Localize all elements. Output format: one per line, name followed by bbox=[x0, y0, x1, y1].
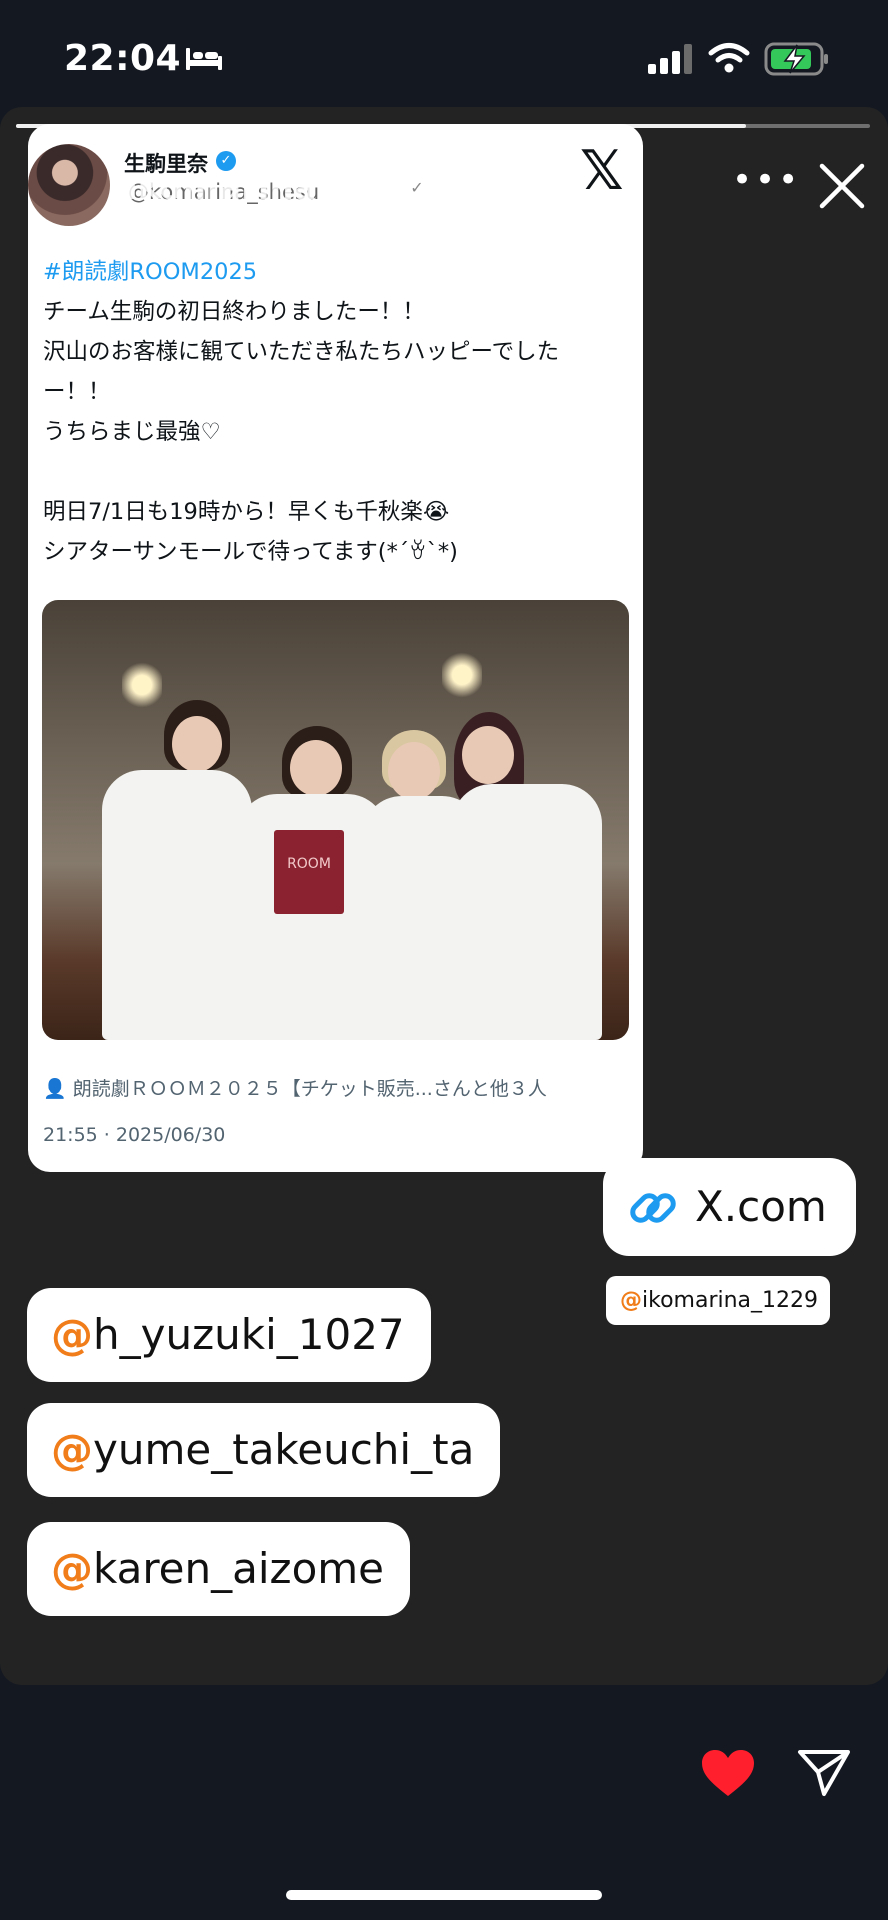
link-sticker[interactable]: X.com bbox=[603, 1158, 856, 1256]
threads-icon: @ bbox=[51, 1310, 93, 1359]
mention-sticker[interactable]: @h_yuzuki_1027 bbox=[27, 1288, 431, 1382]
tweet-text-line: ー！！ bbox=[43, 379, 111, 405]
mention-label: ikomarina_1229 bbox=[642, 1288, 819, 1313]
tweet-author-avatar bbox=[28, 144, 110, 226]
threads-icon: @ bbox=[620, 1288, 642, 1313]
cellular-icon bbox=[648, 44, 692, 74]
link-icon bbox=[630, 1193, 676, 1223]
tweet-hashtag[interactable]: #朗読劇ROOM2025 bbox=[43, 254, 257, 286]
status-time: 22:04 bbox=[64, 38, 182, 79]
story-verified-icon: ✓ bbox=[405, 176, 429, 200]
home-indicator bbox=[286, 1890, 602, 1900]
sleep-mode-icon bbox=[186, 48, 222, 70]
more-icon[interactable]: ••• bbox=[732, 160, 801, 200]
x-logo-icon: 𝕏 bbox=[580, 139, 624, 202]
heart-icon[interactable] bbox=[700, 1748, 756, 1798]
mention-sticker[interactable]: @yume_takeuchi_ta bbox=[27, 1403, 501, 1497]
link-sticker-label: X.com bbox=[695, 1182, 827, 1231]
tweet-tagged-users: 👤 朗読劇ＲＯＯＭ２０２５【チケット販売...さんと他３人 bbox=[43, 1074, 547, 1101]
tweet-photo[interactable]: ROOM bbox=[42, 600, 629, 1040]
person-icon: 👤 bbox=[43, 1078, 67, 1100]
threads-icon: @ bbox=[51, 1425, 93, 1474]
tweet-text-line: 沢山のお客様に観ていただき私たちハッピーでした bbox=[43, 339, 560, 365]
mention-label: karen_aizome bbox=[93, 1544, 385, 1593]
mention-sticker[interactable]: @karen_aizome bbox=[27, 1522, 411, 1616]
threads-icon: @ bbox=[51, 1544, 93, 1593]
close-icon[interactable] bbox=[816, 160, 868, 212]
book-cover: ROOM bbox=[274, 830, 344, 914]
mention-label: h_yuzuki_1027 bbox=[93, 1310, 405, 1359]
tweet-timestamp: 21:55 · 2025/06/30 bbox=[43, 1124, 226, 1146]
battery-charging-icon bbox=[764, 42, 828, 76]
tweet-text-line: チーム生駒の初日終わりましたー！！ bbox=[43, 299, 425, 325]
tweet-text-line: シアターサンモールで待ってます(*´ꈊ`*) bbox=[43, 539, 458, 565]
mention-sticker-small[interactable]: @ikomarina_1229 bbox=[606, 1276, 830, 1325]
tweet-tagged-text: 朗読劇ＲＯＯＭ２０２５【チケット販売...さんと他３人 bbox=[72, 1078, 547, 1100]
story-username[interactable]: ikomarina_1229 bbox=[126, 168, 428, 208]
wifi-icon bbox=[708, 43, 750, 73]
story-age: 8分 bbox=[450, 176, 500, 211]
tweet-text-line: うちらまじ最強♡ bbox=[43, 419, 221, 445]
mention-label: yume_takeuchi_ta bbox=[93, 1425, 475, 1474]
tweet-card[interactable]: 生駒里奈 ✓ @komarina_shesu 𝕏 #朗読劇ROOM2025 チー… bbox=[28, 124, 643, 1172]
tweet-text-line: 明日7/1日も19時から！早くも千秋楽😭 bbox=[43, 499, 450, 525]
send-icon[interactable] bbox=[796, 1744, 852, 1800]
